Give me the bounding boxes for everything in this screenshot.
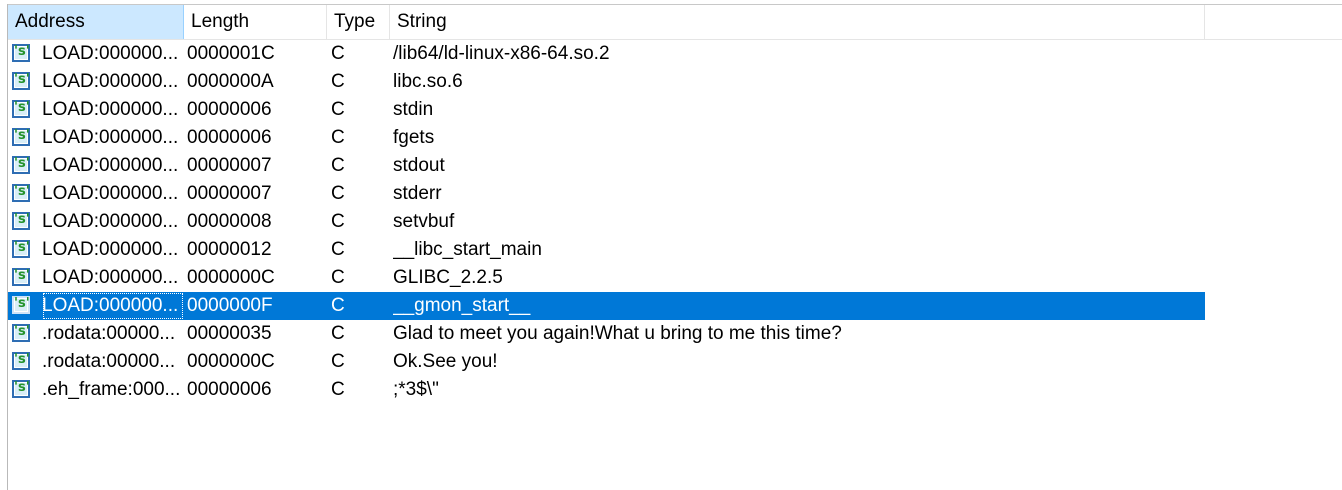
string-icon-glyph: 's': [14, 240, 30, 255]
table-row[interactable]: 's' LOAD:000000... 0000000C C GLIBC_2.2.5: [8, 264, 1205, 292]
address-cell: LOAD:000000...: [42, 43, 179, 64]
type-cell: C: [331, 351, 345, 372]
string-icon: 's': [12, 268, 30, 286]
table-row[interactable]: 's' LOAD:000000... 0000001C C/lib64/ld-linu…: [8, 40, 1205, 68]
string-icon: 's': [12, 352, 30, 370]
string-cell: fgets: [393, 127, 435, 148]
string-icon: 's': [12, 44, 30, 62]
string-icon: 's': [12, 128, 30, 146]
type-cell: C: [331, 99, 345, 120]
strings-window: Address Length Type String 's' LOAD:00000…: [0, 0, 1342, 490]
length-cell: 0000000C: [187, 267, 275, 288]
address-cell: LOAD:000000...: [42, 183, 179, 204]
string-icon-glyph: 's': [14, 268, 30, 283]
column-header-filler: [1205, 5, 1342, 39]
string-cell: __gmon_start__: [393, 295, 531, 316]
string-icon: 's': [12, 240, 30, 258]
type-cell: C: [331, 239, 345, 260]
column-header-type[interactable]: Type: [327, 5, 390, 39]
table-row[interactable]: 's' LOAD:000000... 00000007 Cstdout: [8, 152, 1205, 180]
length-cell: 00000006: [187, 127, 272, 148]
table-row[interactable]: 's' LOAD:000000... 00000012 C __libc_start_m…: [8, 236, 1205, 264]
string-icon-glyph: 's': [14, 44, 30, 59]
table-row[interactable]: 's' .eh_frame:000... 00000006 C ;*3$\": [8, 376, 1205, 404]
table-row[interactable]: 's' LOAD:000000... 00000008 Csetvbuf: [8, 208, 1205, 236]
table-row[interactable]: 's' LOAD:000000... 0000000A Clibc.so.6: [8, 68, 1205, 96]
string-cell: ;*3$\": [393, 379, 439, 400]
type-cell: C: [331, 183, 345, 204]
table-row[interactable]: 's' LOAD:000000... 00000007 Cstderr: [8, 180, 1205, 208]
address-cell: LOAD:000000...: [42, 211, 179, 232]
length-cell: 00000008: [187, 211, 272, 232]
length-cell: 00000012: [187, 239, 272, 260]
column-header-length[interactable]: Length: [184, 5, 327, 39]
type-cell: C: [331, 127, 345, 148]
string-icon-glyph: 's': [14, 212, 30, 227]
string-icon-glyph: 's': [14, 100, 30, 115]
string-cell: stdout: [393, 155, 445, 176]
column-header-address[interactable]: Address: [8, 5, 184, 39]
address-cell: .eh_frame:000...: [42, 379, 181, 400]
length-cell: 00000007: [187, 155, 272, 176]
string-cell: stdin: [393, 99, 434, 120]
table-row[interactable]: 's' LOAD:000000... 00000006 Cstdin: [8, 96, 1205, 124]
string-cell: __libc_start_main: [393, 239, 542, 260]
length-cell: 0000000C: [187, 351, 275, 372]
string-cell: /lib64/ld-linux-x86-64.so.2: [393, 43, 610, 64]
string-icon-glyph: 's': [14, 156, 30, 171]
type-cell: C: [331, 155, 345, 176]
length-cell: 00000007: [187, 183, 272, 204]
string-icon: 's': [12, 72, 30, 90]
length-cell: 00000035: [187, 323, 272, 344]
address-cell: LOAD:000000...: [42, 239, 179, 260]
string-icon-glyph: 's': [14, 380, 30, 395]
string-icon: 's': [12, 212, 30, 230]
string-icon-glyph: 's': [14, 128, 30, 143]
column-header-string[interactable]: String: [390, 5, 1205, 39]
type-cell: C: [331, 267, 345, 288]
string-cell: Glad to meet you again!What u bring to m…: [393, 323, 842, 344]
string-icon: 's': [12, 100, 30, 118]
string-icon: 's': [12, 184, 30, 202]
length-cell: 0000000A: [187, 71, 274, 92]
string-cell: libc.so.6: [393, 71, 463, 92]
table-row[interactable]: 's' .rodata:00000... 00000035 C Glad to meet…: [8, 320, 1205, 348]
address-cell: LOAD:000000...: [42, 292, 184, 320]
string-icon-glyph: 's': [14, 296, 30, 311]
type-cell: C: [331, 71, 345, 92]
address-cell: .rodata:00000...: [42, 351, 176, 372]
address-cell: LOAD:000000...: [42, 71, 179, 92]
string-icon-glyph: 's': [14, 184, 30, 199]
type-cell: C: [331, 323, 345, 344]
address-cell: .rodata:00000...: [42, 323, 176, 344]
address-cell: LOAD:000000...: [42, 155, 179, 176]
column-header-bar: Address Length Type String: [8, 5, 1342, 40]
type-cell: C: [331, 43, 345, 64]
strings-table: 's' LOAD:000000... 0000001C C/lib64/ld-linu…: [8, 40, 1205, 404]
string-icon-glyph: 's': [14, 72, 30, 87]
length-cell: 00000006: [187, 99, 272, 120]
string-icon-glyph: 's': [14, 324, 30, 339]
string-cell: setvbuf: [393, 211, 455, 232]
address-cell: LOAD:000000...: [42, 267, 179, 288]
type-cell: C: [331, 379, 345, 400]
address-cell: LOAD:000000...: [42, 99, 179, 120]
type-cell: C: [331, 295, 345, 316]
string-cell: stderr: [393, 183, 442, 204]
string-icon: 's': [12, 296, 30, 314]
string-icon: 's': [12, 380, 30, 398]
string-cell: Ok.See you!: [393, 351, 498, 372]
length-cell: 0000001C: [187, 43, 275, 64]
string-cell: GLIBC_2.2.5: [393, 267, 503, 288]
table-row[interactable]: 's' LOAD:000000... 0000000F C __gmon_start__: [8, 292, 1205, 320]
length-cell: 0000000F: [187, 295, 273, 316]
table-row[interactable]: 's' LOAD:000000... 00000006 Cfgets: [8, 124, 1205, 152]
length-cell: 00000006: [187, 379, 272, 400]
string-icon: 's': [12, 156, 30, 174]
type-cell: C: [331, 211, 345, 232]
table-row[interactable]: 's' .rodata:00000... 0000000C C Ok.See you!: [8, 348, 1205, 376]
string-icon-glyph: 's': [14, 352, 30, 367]
string-icon: 's': [12, 324, 30, 342]
address-cell: LOAD:000000...: [42, 127, 179, 148]
